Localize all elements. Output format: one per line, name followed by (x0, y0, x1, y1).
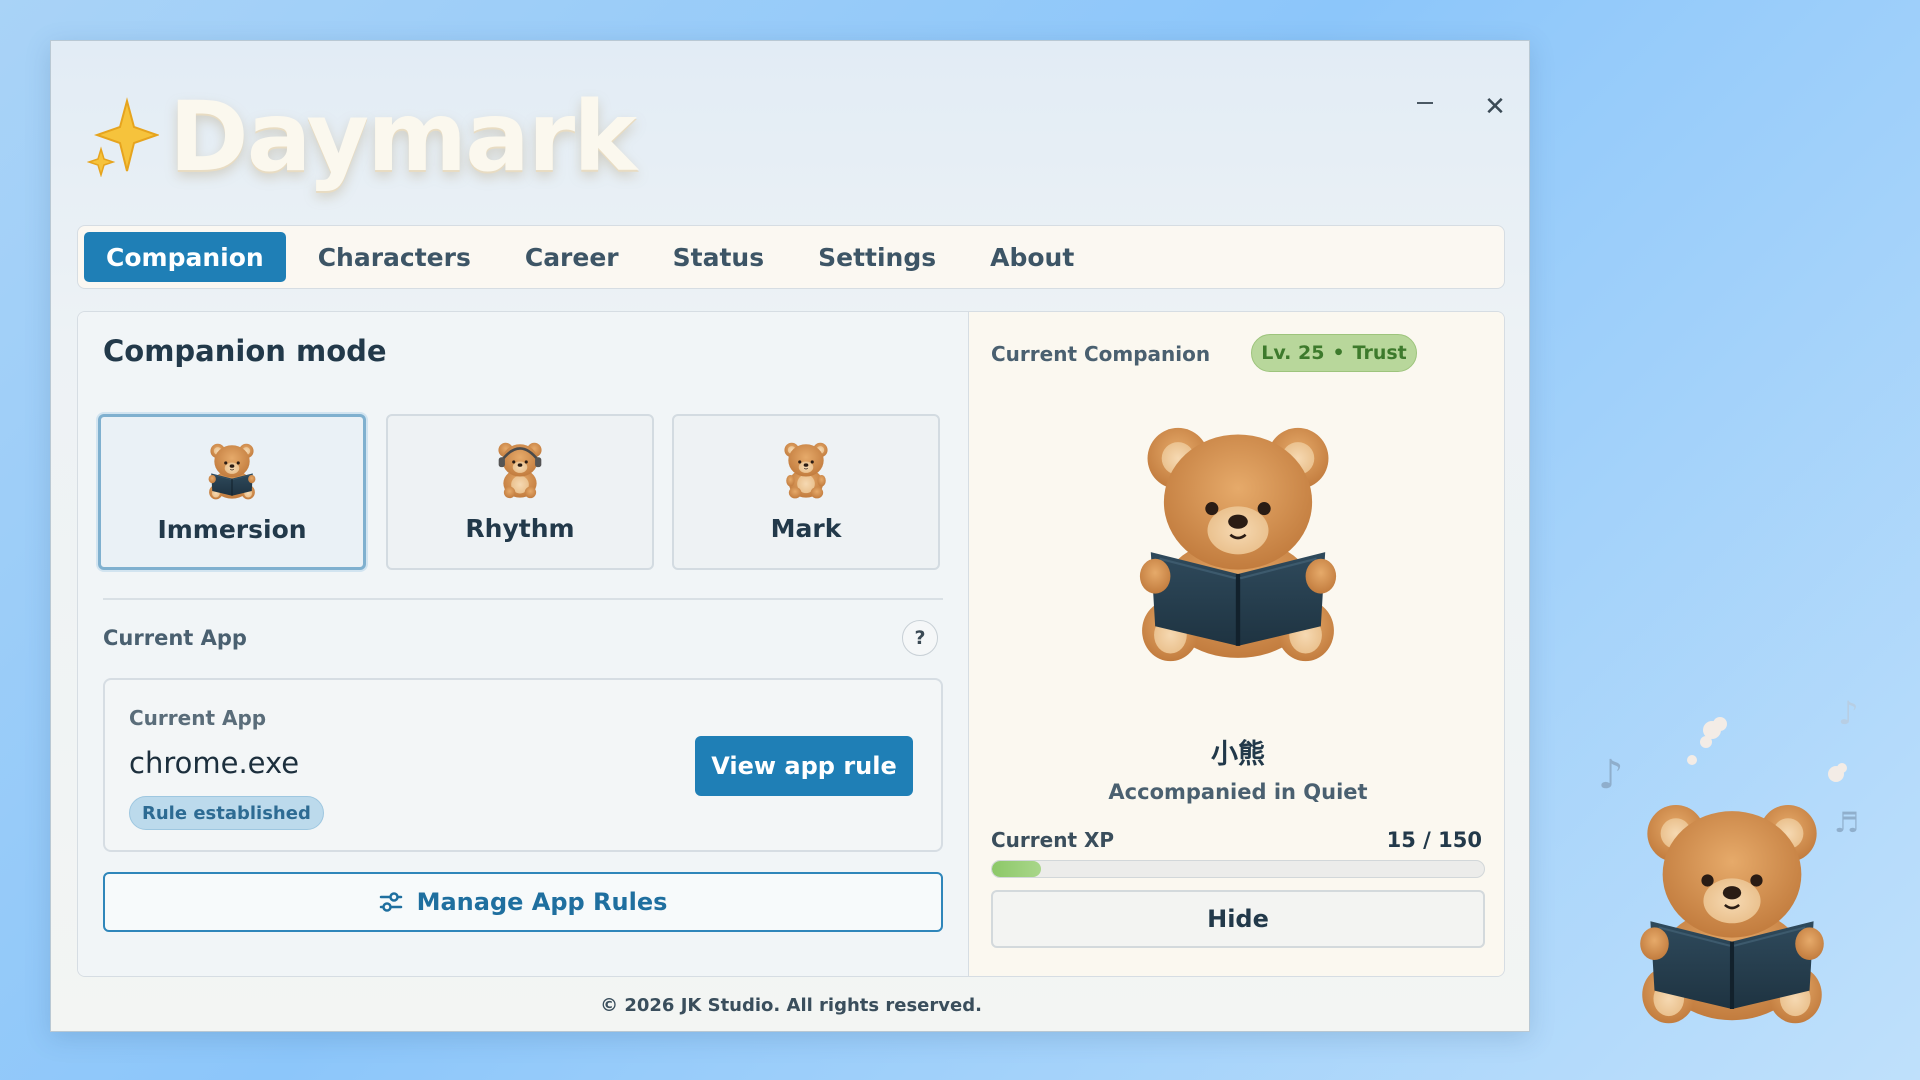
app-logo: Daymark (87, 81, 637, 193)
current-app-card-label: Current App (129, 706, 267, 730)
tab-companion[interactable]: Companion (84, 232, 286, 282)
app-window: ✕ Daymark Companion Characters Career St… (50, 40, 1530, 1032)
current-app-section-label: Current App (103, 626, 247, 650)
hide-button[interactable]: Hide (991, 890, 1485, 948)
current-companion-label: Current Companion (991, 342, 1211, 366)
sliders-icon (379, 892, 402, 912)
level-trust-badge: Lv. 25 • Trust (1251, 334, 1417, 372)
companion-mode-section: Companion mode Immersion Rhythm Mark Cur… (78, 312, 968, 976)
bear-reading-icon (206, 439, 258, 501)
current-app-name: chrome.exe (129, 746, 300, 780)
mode-label: Rhythm (465, 514, 575, 543)
footer-copyright: © 2026 JK Studio. All rights reserved. (600, 995, 982, 1016)
bear-headphones-icon (494, 438, 546, 500)
tab-about[interactable]: About (968, 232, 1096, 282)
svg-text:♬: ♬ (1834, 806, 1859, 839)
companion-bear-icon (1129, 412, 1347, 668)
cloud-puff-icon (1687, 717, 1847, 782)
mode-card-mark[interactable]: Mark (672, 414, 940, 570)
mode-label: Immersion (157, 515, 307, 544)
xp-progress-bar (991, 860, 1485, 878)
bear-sitting-icon (780, 438, 832, 500)
tab-characters[interactable]: Characters (296, 232, 493, 282)
mode-label: Mark (770, 514, 842, 543)
xp-progress-fill (992, 861, 1042, 877)
svg-text:♪: ♪ (1838, 694, 1858, 732)
level-text: Lv. 25 (1261, 342, 1325, 364)
app-title: Daymark (169, 81, 637, 193)
minimize-icon[interactable] (1405, 83, 1445, 123)
close-icon[interactable]: ✕ (1475, 87, 1515, 127)
trust-text: Trust (1352, 342, 1407, 364)
floating-companion[interactable]: ♪ ♬ ♪ (1580, 690, 1880, 1064)
section-title: Companion mode (103, 334, 387, 368)
tab-career[interactable]: Career (503, 232, 641, 282)
manage-app-rules-label: Manage App Rules (416, 888, 668, 916)
manage-app-rules-button[interactable]: Manage App Rules (103, 872, 943, 932)
main-panel: Companion mode Immersion Rhythm Mark Cur… (77, 311, 1505, 977)
help-button[interactable]: ? (902, 620, 938, 656)
current-app-card: Current App chrome.exe Rule established … (103, 678, 943, 852)
rule-status-badge: Rule established (129, 796, 324, 830)
xp-value: 15 / 150 (1386, 828, 1482, 852)
mode-card-immersion[interactable]: Immersion (98, 414, 366, 570)
divider (103, 598, 943, 600)
companion-name: 小熊 (1211, 739, 1265, 770)
xp-label: Current XP (991, 828, 1115, 852)
mode-card-rhythm[interactable]: Rhythm (386, 414, 654, 570)
svg-text:♪: ♪ (1598, 752, 1624, 798)
tab-status[interactable]: Status (651, 232, 786, 282)
companion-status: Accompanied in Quiet (1108, 780, 1368, 804)
tab-settings[interactable]: Settings (796, 232, 958, 282)
level-separator: • (1332, 342, 1345, 364)
tab-bar: Companion Characters Career Status Setti… (77, 225, 1505, 289)
view-app-rule-button[interactable]: View app rule (695, 736, 913, 796)
current-companion-section: Current Companion Lv. 25 • Trust 小熊 Acco… (968, 312, 1504, 976)
sparkle-icon (87, 97, 159, 177)
